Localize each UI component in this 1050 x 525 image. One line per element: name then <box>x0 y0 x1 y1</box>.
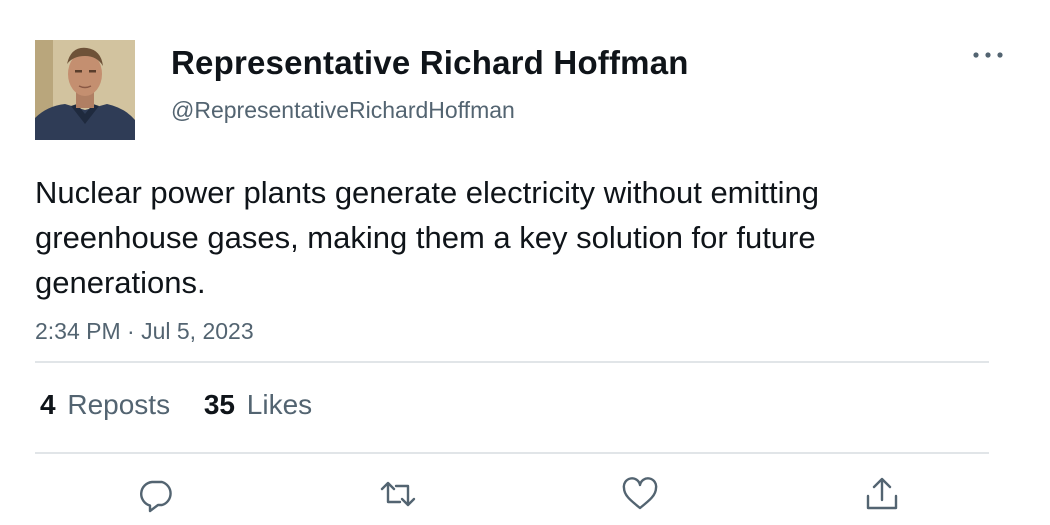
repost-button[interactable] <box>378 474 418 514</box>
reposts-stat[interactable]: 4 Reposts <box>40 387 170 423</box>
author-display-name[interactable]: Representative Richard Hoffman <box>171 43 689 83</box>
like-button[interactable] <box>620 474 660 514</box>
engagement-stats: 4 Reposts 35 Likes <box>40 387 338 423</box>
heart-icon <box>620 474 660 514</box>
avatar-image <box>35 40 135 140</box>
likes-label: Likes <box>246 389 313 420</box>
share-button[interactable] <box>862 474 902 514</box>
tweet-timestamp[interactable]: 2:34 PM · Jul 5, 2023 <box>35 316 254 346</box>
tweet-text: Nuclear power plants generate electricit… <box>35 175 819 300</box>
reply-icon <box>137 474 177 514</box>
divider <box>35 361 989 363</box>
tweet-card: Representative Richard Hoffman @Represen… <box>0 0 1050 525</box>
author-handle[interactable]: @RepresentativeRichardHoffman <box>171 95 515 125</box>
share-icon <box>862 474 902 514</box>
reply-button[interactable] <box>137 474 177 514</box>
repost-icon <box>378 474 418 514</box>
more-options-button[interactable] <box>968 40 1008 70</box>
divider <box>35 452 989 454</box>
reposts-count: 4 <box>40 389 56 420</box>
avatar[interactable] <box>35 40 135 140</box>
likes-count: 35 <box>203 389 236 420</box>
likes-stat[interactable]: 35 Likes <box>204 387 312 423</box>
more-dots-icon <box>968 40 1008 70</box>
reposts-label: Reposts <box>67 389 171 420</box>
